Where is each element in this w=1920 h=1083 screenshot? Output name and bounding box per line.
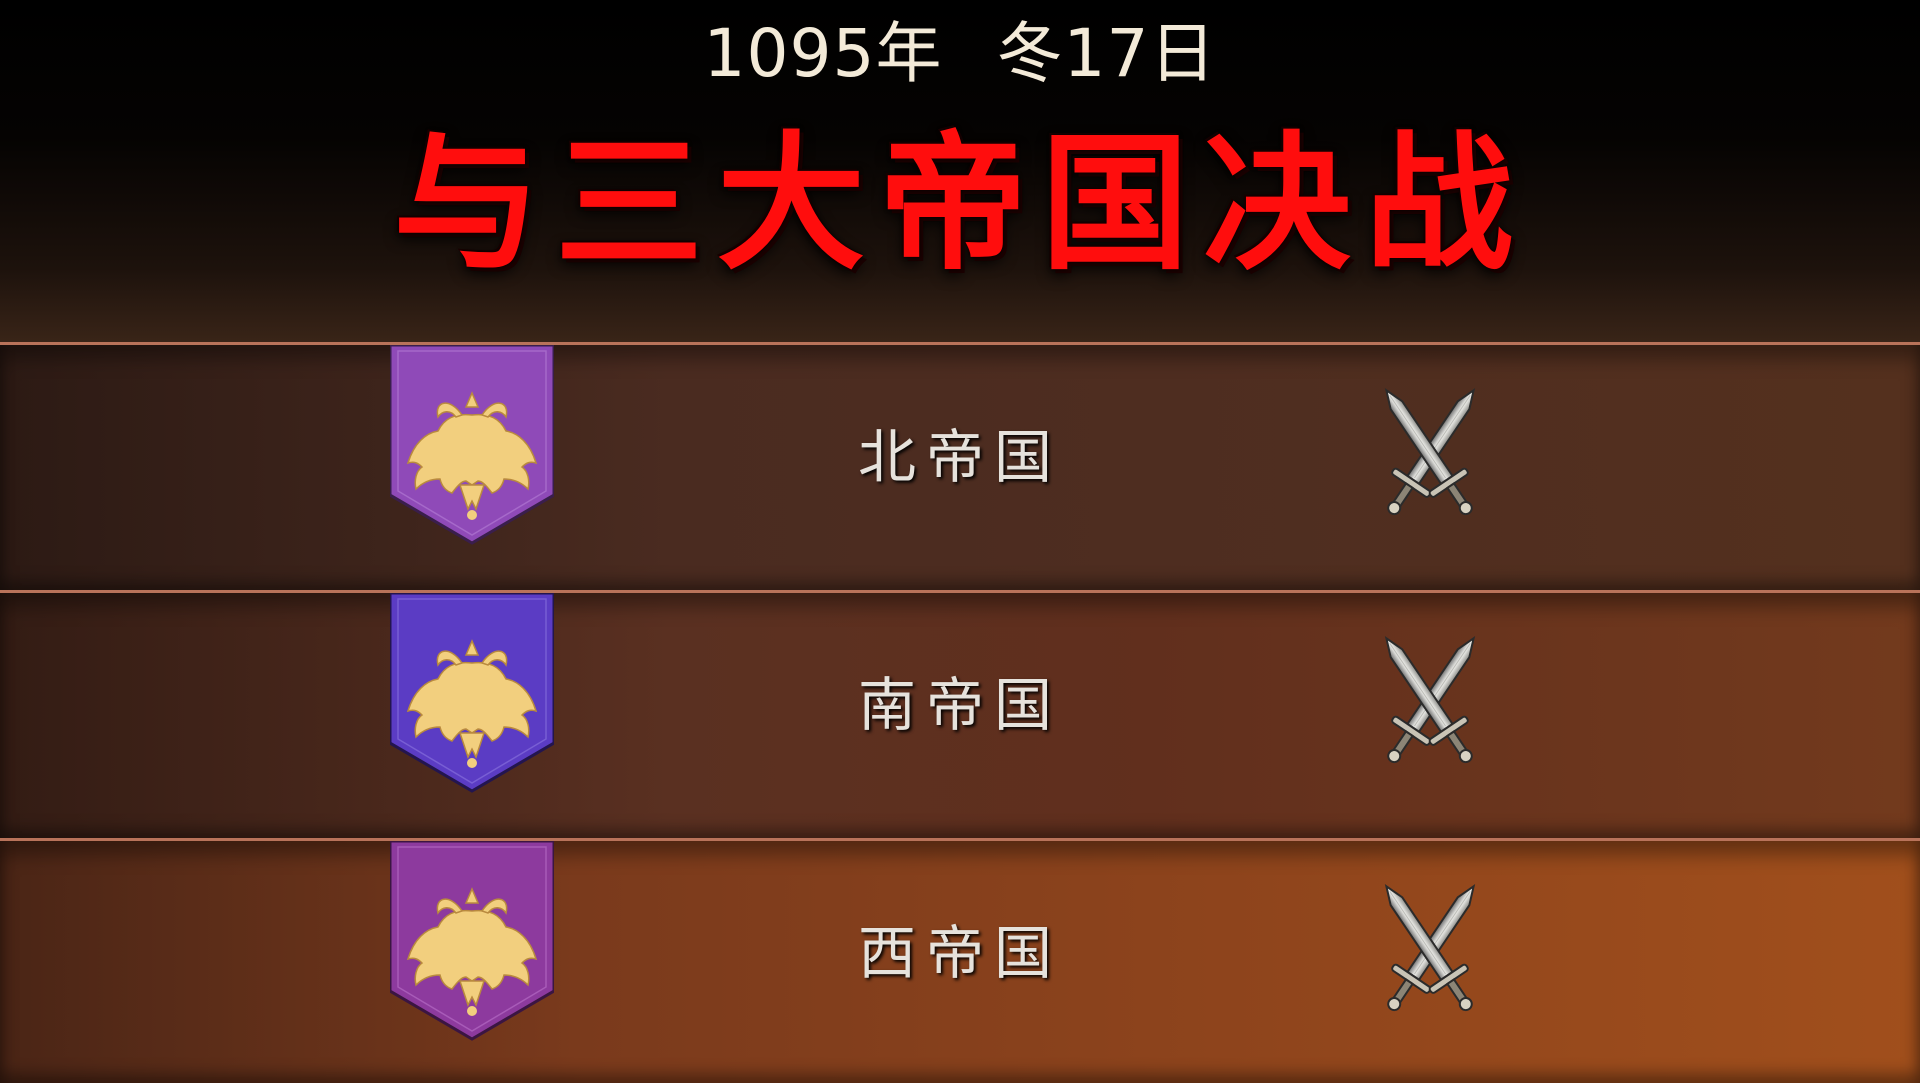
crossed-swords-icon[interactable] <box>1360 367 1500 537</box>
faction-row-west[interactable]: 西帝国 <box>0 838 1920 1083</box>
year-label: 1095年 <box>703 15 943 92</box>
faction-name: 南帝国 <box>857 671 1062 739</box>
date-display: 1095年 冬17日 <box>0 14 1920 94</box>
day-label: 冬17日 <box>996 15 1217 92</box>
faction-row-south[interactable]: 南帝国 <box>0 590 1920 839</box>
crossed-swords-icon[interactable] <box>1360 863 1500 1033</box>
faction-banner <box>390 593 554 793</box>
faction-banner <box>390 841 554 1041</box>
faction-row-north[interactable]: 北帝国 <box>0 342 1920 591</box>
crossed-swords-icon[interactable] <box>1360 615 1500 785</box>
header-bar: 1095年 冬17日 与三大帝国决战 <box>0 0 1920 345</box>
page-title: 与三大帝国决战 <box>393 116 1527 290</box>
faction-name: 北帝国 <box>857 423 1062 491</box>
faction-name: 西帝国 <box>857 919 1062 987</box>
faction-banner <box>390 345 554 545</box>
